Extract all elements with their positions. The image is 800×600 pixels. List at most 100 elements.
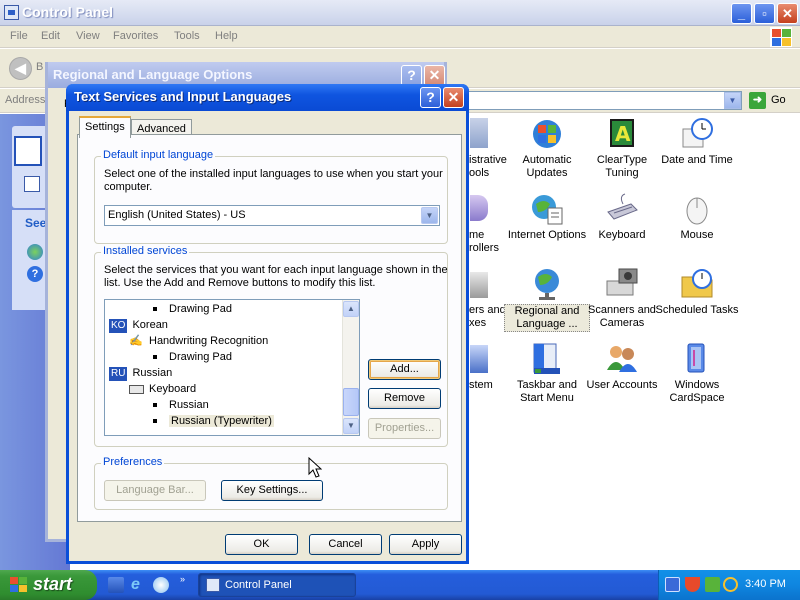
cp-item-cardspace[interactable]: Windows CardSpace (654, 342, 740, 405)
tree-item[interactable]: KO Korean (109, 317, 168, 333)
text-services-dialog: Text Services and Input Languages ? ✕ Se… (66, 84, 469, 564)
services-tree[interactable]: Drawing Pad KO Korean ✍ Handwriting Recogn… (104, 299, 360, 436)
regional-close-button[interactable]: ✕ (424, 65, 445, 86)
help-icon[interactable]: ? (27, 266, 43, 282)
ok-button[interactable]: OK (225, 534, 298, 555)
quick-launch-more-icon[interactable]: » (180, 574, 185, 584)
go-label: Go (771, 94, 786, 106)
regional-help-button[interactable]: ? (401, 65, 422, 86)
menu-tools[interactable]: Tools (174, 30, 200, 42)
language-bar-icon[interactable] (665, 577, 680, 592)
taskbar: start e » Control Panel 3:40 PM (0, 570, 800, 600)
scroll-up-icon[interactable]: ▲ (343, 301, 359, 317)
date-time-icon (680, 117, 714, 151)
menu-file[interactable]: File (10, 30, 28, 42)
back-label: B (36, 61, 44, 73)
windows-update-icon[interactable] (27, 244, 43, 260)
maximize-button[interactable]: ▫ (754, 3, 775, 24)
show-desktop-icon[interactable] (108, 577, 124, 593)
add-button[interactable]: Add... (368, 359, 441, 380)
address-field[interactable] (468, 91, 742, 110)
cp-item-keyboard[interactable]: Keyboard (579, 192, 665, 242)
scroll-down-icon[interactable]: ▼ (343, 418, 359, 434)
apply-button[interactable]: Apply (389, 534, 462, 555)
go-arrow-icon: ➜ (749, 92, 766, 109)
go-button[interactable]: ➜ Go (749, 91, 795, 110)
security-shield-icon[interactable] (685, 577, 700, 592)
help-button[interactable]: ? (420, 87, 441, 108)
printers-icon[interactable] (470, 272, 488, 298)
language-badge-icon: RU (109, 367, 128, 381)
properties-button[interactable]: Properties... (368, 418, 441, 439)
start-button[interactable]: start (0, 570, 97, 600)
taskbar-start-menu-icon (530, 342, 564, 376)
cp-item-internet-options[interactable]: Internet Options (504, 192, 590, 242)
cut-label: me (469, 229, 485, 241)
tab-settings[interactable]: Settings (79, 116, 131, 138)
scheduled-tasks-icon (680, 267, 714, 301)
language-bar-button[interactable]: Language Bar... (104, 480, 206, 501)
cp-item-scheduled-tasks[interactable]: Scheduled Tasks (654, 267, 740, 317)
tree-item[interactable]: Drawing Pad (153, 349, 232, 365)
cancel-button[interactable]: Cancel (309, 534, 382, 555)
text-services-titlebar[interactable]: Text Services and Input Languages ? ✕ (66, 84, 469, 111)
tree-item[interactable]: Keyboard (129, 381, 196, 397)
tree-item[interactable]: Drawing Pad (153, 301, 232, 317)
cp-item-date-time[interactable]: Date and Time (654, 117, 740, 167)
scroll-thumb[interactable] (343, 388, 359, 416)
chevron-down-icon[interactable]: ▼ (421, 207, 438, 224)
close-button[interactable]: ✕ (777, 3, 798, 24)
cp-item-scanners-cameras[interactable]: Scanners and Cameras (579, 267, 665, 330)
game-controllers-icon[interactable] (470, 195, 488, 221)
menu-edit[interactable]: Edit (41, 30, 60, 42)
bullet-icon (153, 355, 157, 359)
cp-item-user-accounts[interactable]: User Accounts (579, 342, 665, 392)
menu-favorites[interactable]: Favorites (113, 30, 158, 42)
menu-help[interactable]: Help (215, 30, 238, 42)
key-settings-button[interactable]: Key Settings... (221, 480, 323, 501)
installed-services-group: Installed services Select the services t… (94, 245, 448, 447)
installed-services-description: Select the services that you want for ea… (104, 264, 448, 289)
minimize-button[interactable]: _ (731, 3, 752, 24)
services-scrollbar[interactable]: ▲ ▼ (342, 300, 359, 435)
network-icon[interactable] (705, 577, 720, 592)
back-arrow-icon[interactable]: ◀ (9, 57, 32, 80)
taskbar-control-panel-button[interactable]: Control Panel (198, 573, 356, 597)
see-also-label: See (25, 216, 47, 230)
media-player-icon[interactable] (153, 577, 169, 593)
windows-logo-icon (10, 577, 28, 593)
menu-bar: File Edit View Favorites Tools Help (0, 26, 800, 48)
search-icon[interactable] (723, 577, 738, 592)
admin-tools-icon[interactable] (470, 118, 488, 148)
remove-button[interactable]: Remove (368, 388, 441, 409)
internet-options-icon (530, 192, 564, 226)
default-input-group: Default input language Select one of the… (94, 149, 448, 244)
clock[interactable]: 3:40 PM (745, 578, 786, 590)
dialog-close-button[interactable]: ✕ (443, 87, 464, 108)
internet-explorer-icon[interactable]: e (131, 577, 147, 593)
tree-item[interactable]: ✍ Handwriting Recognition (129, 333, 268, 349)
taskbar-item-label: Control Panel (225, 579, 292, 591)
address-dropdown-icon[interactable]: ▼ (724, 92, 741, 109)
bullet-icon (153, 307, 157, 311)
system-icon[interactable] (470, 345, 488, 373)
cp-item-automatic-updates[interactable]: Automatic Updates (504, 117, 590, 180)
checklist-icon (14, 136, 42, 166)
tree-item-selected[interactable]: Russian (Typewriter) (153, 413, 274, 429)
user-accounts-icon (605, 342, 639, 376)
cp-item-regional-language[interactable]: Regional and Language ... (504, 267, 590, 332)
cp-item-taskbar-start-menu[interactable]: Taskbar and Start Menu (504, 342, 590, 405)
cut-label: ers and (469, 304, 506, 316)
automatic-updates-icon (530, 117, 564, 151)
tree-item[interactable]: RU Russian (109, 365, 172, 381)
control-panel-titlebar[interactable]: Control Panel _ ▫ ✕ (0, 0, 800, 26)
default-language-select[interactable]: English (United States) - US ▼ (104, 205, 440, 226)
cp-item-cleartype[interactable]: A ClearType Tuning (579, 117, 665, 180)
mouse-icon (680, 192, 714, 226)
tree-item[interactable]: Russian (153, 397, 209, 413)
start-label: start (33, 574, 73, 594)
preferences-title: Preferences (101, 456, 165, 468)
cp-item-mouse[interactable]: Mouse (654, 192, 740, 242)
switch-view-icon[interactable] (24, 176, 40, 192)
menu-view[interactable]: View (76, 30, 100, 42)
